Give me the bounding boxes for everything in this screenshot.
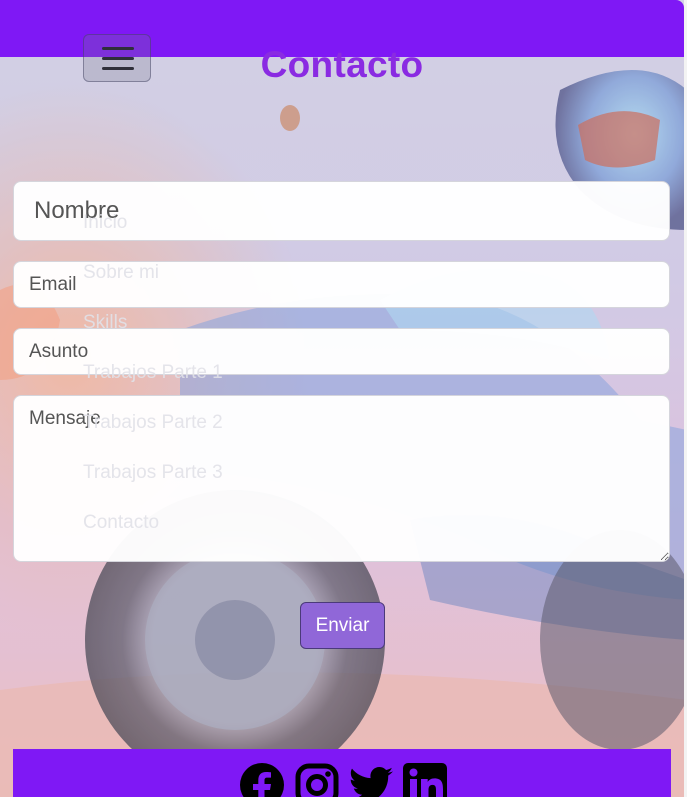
hamburger-line	[102, 57, 134, 60]
hamburger-line	[102, 47, 134, 50]
email-field[interactable]	[13, 261, 670, 308]
hamburger-line	[102, 67, 134, 70]
subject-field[interactable]	[13, 328, 670, 375]
twitter-icon[interactable]	[349, 763, 393, 797]
facebook-icon[interactable]	[240, 763, 284, 797]
linkedin-icon[interactable]	[403, 763, 447, 797]
instagram-icon[interactable]	[295, 763, 339, 797]
hamburger-icon[interactable]	[83, 34, 151, 82]
name-field[interactable]	[13, 181, 670, 241]
footer	[13, 749, 671, 797]
submit-button[interactable]: Enviar	[300, 602, 385, 649]
message-field[interactable]	[13, 395, 670, 562]
